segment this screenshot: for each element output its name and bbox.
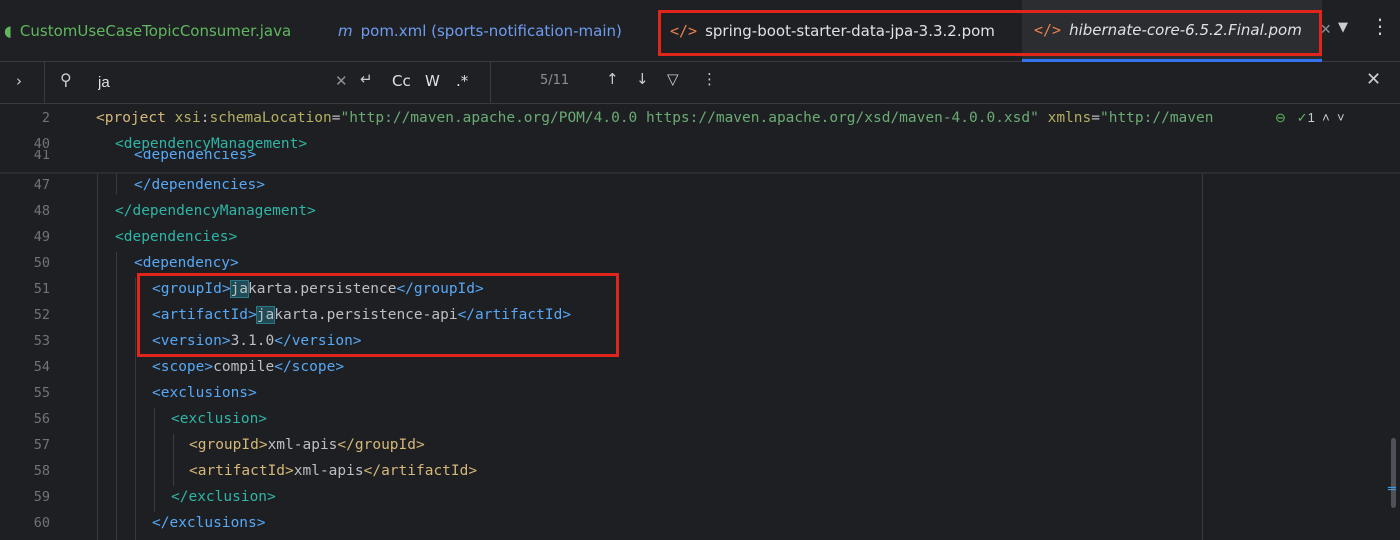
line-number: 51: [33, 281, 50, 297]
match-case-toggle[interactable]: Cc: [392, 72, 411, 90]
line-number: 58: [33, 463, 50, 479]
line-number: 41: [33, 150, 50, 163]
line-text: <groupId>xml-apis</groupId>: [189, 437, 425, 453]
chevron-down-icon[interactable]: ▼: [1338, 20, 1348, 35]
more-icon[interactable]: ⋮: [702, 70, 717, 88]
dependency-highlight-box: [137, 273, 619, 357]
tab-label: CustomUseCaseTopicConsumer.java: [19, 22, 292, 40]
code-line: 54 <scope>compile</scope>: [0, 354, 1400, 380]
line-text: <exclusions>: [152, 385, 257, 401]
code-line: 57 <groupId>xml-apis</groupId>: [0, 432, 1400, 458]
line-text: </dependencies>: [134, 177, 265, 193]
line-text: <exclusion>: [171, 411, 268, 427]
expand-replace-icon[interactable]: ›: [16, 72, 22, 90]
previous-match-icon[interactable]: ↑: [606, 70, 619, 88]
code-line: 49 <dependencies>: [0, 224, 1400, 250]
next-match-icon[interactable]: ↓: [636, 70, 649, 88]
more-options-icon[interactable]: ⋮: [1370, 14, 1391, 38]
divider: [490, 62, 491, 104]
regex-toggle[interactable]: .*: [456, 72, 468, 90]
line-number: 50: [33, 255, 50, 271]
code-editor[interactable]: ⊖ ✓1 ˄ ˅ 2 <project xsi:schemaLocation="…: [0, 104, 1400, 540]
tabs-highlight-box: [658, 10, 1322, 56]
code-line: 56 <exclusion>: [0, 406, 1400, 432]
line-text: <scope>compile</scope>: [152, 359, 345, 375]
line-number: 59: [33, 489, 50, 505]
line-text: </dependencyManagement>: [115, 203, 316, 219]
new-line-icon[interactable]: ↵: [360, 70, 373, 88]
code-line: 59 </exclusion>: [0, 484, 1400, 510]
line-number: 47: [33, 177, 50, 193]
line-text: </exclusions>: [152, 515, 266, 531]
line-text: </exclusion>: [171, 489, 276, 505]
vertical-scrollbar[interactable]: [1391, 438, 1396, 508]
line-number: 56: [33, 411, 50, 427]
line-text: <artifactId>xml-apis</artifactId>: [189, 463, 478, 479]
code-line: 58 <artifactId>xml-apis</artifactId>: [0, 458, 1400, 484]
line-number: 49: [33, 229, 50, 245]
code-line: 48 </dependencyManagement>: [0, 198, 1400, 224]
close-find-icon[interactable]: ✕: [1366, 69, 1381, 90]
code-line: 2 <project xsi:schemaLocation="http://ma…: [0, 105, 1400, 131]
code-line: 55 <exclusions>: [0, 380, 1400, 406]
tab-label: pom.xml (sports-notification-main): [360, 22, 622, 40]
line-number: 57: [33, 437, 50, 453]
tab-pom-xml[interactable]: m pom.xml (sports-notification-main): [338, 0, 638, 62]
line-text: <dependencies>: [115, 229, 238, 245]
java-class-icon: ◖: [4, 22, 12, 40]
line-text: <project xsi:schemaLocation="http://mave…: [96, 110, 1214, 126]
search-icon[interactable]: ⚲: [60, 70, 72, 89]
match-counter: 5/11: [540, 73, 570, 88]
line-number: 48: [33, 203, 50, 219]
code-line: 41 <dependencies>: [0, 150, 1400, 170]
line-number: 54: [33, 359, 50, 375]
line-number: 60: [33, 515, 50, 531]
scrollbar-match-marker: ═: [1388, 482, 1396, 497]
code-line: 47 </dependencies>: [0, 172, 1400, 198]
whole-words-toggle[interactable]: W: [425, 72, 440, 90]
divider: [44, 62, 45, 104]
search-input[interactable]: [98, 71, 318, 93]
code-line: 60 </exclusions>: [0, 510, 1400, 536]
line-number: 55: [33, 385, 50, 401]
line-number: 52: [33, 307, 50, 323]
find-bar: › ⚲ ✕ ↵ Cc W .* 5/11 ↑ ↓ ▽ ⋮ ✕: [0, 62, 1400, 104]
filter-icon[interactable]: ▽: [667, 70, 679, 88]
tab-custom-use-case-topic-consumer[interactable]: ◖ CustomUseCaseTopicConsumer.java: [0, 0, 320, 62]
maven-icon: m: [338, 22, 353, 40]
line-text: <dependencies>: [134, 150, 257, 163]
editor-tab-bar: ◖ CustomUseCaseTopicConsumer.java m pom.…: [0, 0, 1400, 62]
line-number: 2: [41, 110, 50, 126]
clear-search-icon[interactable]: ✕: [335, 72, 348, 90]
line-number: 53: [33, 333, 50, 349]
